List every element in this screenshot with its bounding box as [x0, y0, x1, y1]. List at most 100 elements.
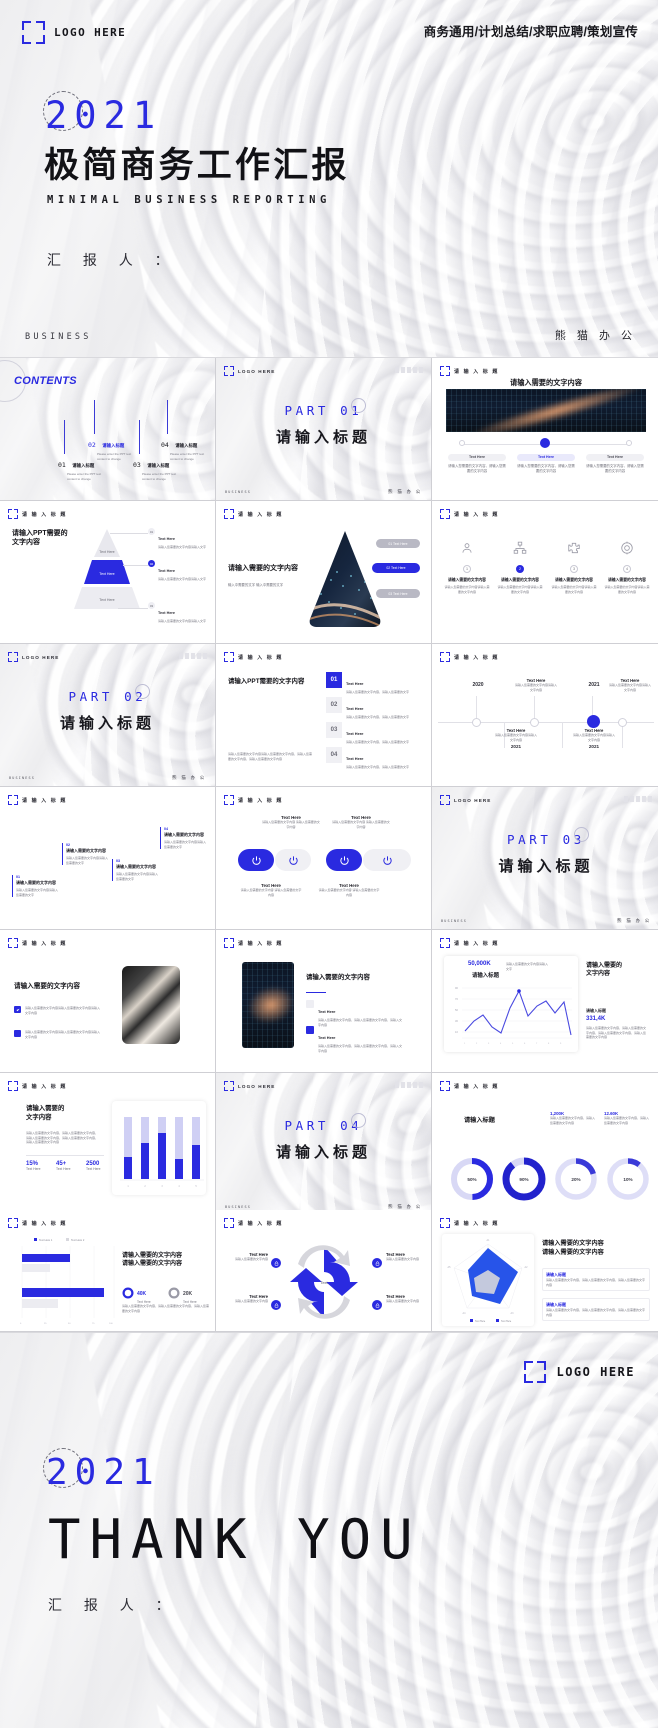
- list-item[interactable]: 02 Text Here 请输入您需要的文字内容，请输入您需要的文字: [326, 697, 426, 720]
- note-desc: 请输入您需要的文字内容，请输入您需要的文字内容: [604, 1116, 650, 1125]
- row-desc: 请输入您需要的文字内容，请输入您需要的文字: [346, 765, 410, 769]
- pill-item[interactable]: 01 Text Here: [376, 539, 420, 548]
- thumb-numbered-list[interactable]: 请 输 入 标 题 请输入PPT需要的文字内容 请输入您需要的文字内容请输入您需…: [216, 644, 431, 786]
- thumb-bar-stats[interactable]: 请 输 入 标 题 请输入需要的 文字内容 请输入您需要的文字内容，请输入您需要…: [0, 1073, 215, 1215]
- item-desc: 请输入您需要的文字内容 请输入您需要的文字内容: [262, 820, 320, 829]
- bullet-item[interactable]: Text Here 请输入您需要的文字内容，请输入您需要的文字内容，请输入文字内…: [306, 1026, 404, 1053]
- timeline-item[interactable]: Text Here 请输入您需要的文字内容请输入文字内容 2021: [494, 728, 538, 749]
- footer-left: BUSINESS: [225, 1205, 251, 1209]
- thumb-donuts[interactable]: 请 输 入 标 题 请输入标题 1,200K 请输入您需要的文字内容，请输入您需…: [432, 1073, 658, 1215]
- footer-right: 熊 猫 办 公: [172, 775, 206, 780]
- step-item[interactable]: Text Here 请输入您需要的文字内容，请输入您需要的文字内容: [448, 454, 506, 474]
- step-item[interactable]: Text Here 请输入您需要的文字内容，请输入您需要的文字内容: [517, 454, 575, 474]
- thumb-image-text-left[interactable]: 请 输 入 标 题 请输入需要的文字内容 Text Here 请输入您需要的文字…: [216, 930, 431, 1072]
- logo-bracket-icon: [8, 795, 18, 805]
- cycle-item[interactable]: Text Here 请输入您需要的文字内容: [226, 1252, 268, 1262]
- timeline-item[interactable]: Text Here 请输入您需要的文字内容请输入文字内容: [514, 678, 558, 692]
- step-column[interactable]: 03 请输入需要的文字内容 请输入您需要的文字内容请输入您需要的文字: [112, 859, 160, 881]
- logo-bracket-icon: [524, 1361, 547, 1383]
- thumb-triangle-image[interactable]: 请 输 入 标 题 请输入需要的文字内容 输入中需要的文字 输入中需要的文字 0…: [216, 501, 431, 643]
- thumb-power-flow[interactable]: 请 输 入 标 题 Text Here 请输入您需要的文字内容 请输入您需要的文…: [216, 787, 431, 929]
- footer-left: BUSINESS: [441, 919, 467, 923]
- logo: 请 输 入 标 题: [8, 509, 67, 519]
- timeline-item[interactable]: Text Here 请输入您需要的文字内容请输入文字内容: [608, 678, 652, 692]
- info-block[interactable]: 请输入标题 请输入您需要的文字内容，请输入您需要的文字内容，请输入您需要的文字内…: [542, 1298, 650, 1321]
- side-value: 331,4K: [586, 1016, 606, 1022]
- power-button-active[interactable]: [326, 849, 362, 871]
- list-item[interactable]: 01 Text Here 请输入您需要的文字内容，请输入您需要的文字: [326, 672, 426, 695]
- power-button[interactable]: [275, 849, 311, 871]
- item-title: 请输入标题: [102, 443, 125, 448]
- flow-top-item[interactable]: Text Here 请输入您需要的文字内容 请输入您需要的文字内容: [262, 815, 320, 829]
- bullet-text: 请输入您需要的文字内容请输入您需要的文字内容请输入文字内容: [25, 1006, 101, 1015]
- flow-top-item[interactable]: Text Here 请输入您需要的文字内容 请输入您需要的文字内容: [332, 815, 390, 829]
- part-title: 请输入标题: [59, 715, 155, 732]
- thumb-hbar-compare[interactable]: 请 输 入 标 题 Text Here 1 Text Here 2 0 25 50 …: [0, 1210, 215, 1331]
- thumb-part-03[interactable]: LOGO HERE PART 03 请输入标题 BUSINESS 熊 猫 办 公: [432, 787, 658, 929]
- slide-heading: 请输入需要的文字内容 请输入需要的文字内容: [542, 1240, 604, 1256]
- pyramid-legend-item[interactable]: 02 Text Here 请输入您需要的文字内容请输入文字: [148, 559, 206, 582]
- step-column[interactable]: 02 请输入需要的文字内容 请输入您需要的文字内容请输入您需要的文字: [62, 843, 110, 865]
- slide-header-label: 请 输 入 标 题: [238, 797, 283, 804]
- thumb-icon-row[interactable]: 请 输 入 标 题 1 请输入需要的文字内容 请输入您需要的文字内容请输入需要的…: [432, 501, 658, 643]
- timeline-item[interactable]: Text Here 请输入您需要的文字内容请输入文字内容 2021: [572, 728, 616, 749]
- contents-item[interactable]: 04 请输入标题 Please enter the PPT text conte…: [161, 434, 211, 461]
- slide-header-label: 请 输 入 标 题: [22, 1083, 67, 1090]
- thumb-radar[interactable]: 请 输 入 标 题 A1 A2 A3 A4 A5 Text Here Text …: [432, 1210, 658, 1331]
- pill-item-active[interactable]: 02 Text Here: [372, 563, 420, 573]
- pyramid-legend-item[interactable]: 01 Text Here 请输入您需要的文字内容请输入文字: [148, 527, 206, 550]
- step-column[interactable]: 01 请输入需要的文字内容 请输入您需要的文字内容请输入您需要的文字: [12, 875, 60, 897]
- thumb-timeline[interactable]: 请 输 入 标 题 2020 Text Here 请输入您需要的文字内容请输入文…: [432, 644, 658, 786]
- cycle-item[interactable]: Text Here 请输入您需要的文字内容: [226, 1294, 268, 1304]
- col-desc: 请输入您需要的文字内容请输入您需要的文字: [164, 840, 207, 849]
- part-label: PART 04: [285, 1113, 367, 1133]
- thumb-line-chart[interactable]: 请 输 入 标 题 50,000K 请输入您需要的文字内容请输入文字 请输入标题…: [432, 930, 658, 1072]
- logo-bracket-icon: [224, 366, 234, 376]
- svg-text:5: 5: [195, 1185, 197, 1188]
- pill-item[interactable]: 03 Text Here: [376, 589, 420, 598]
- thumb-banner-timeline[interactable]: 请 输 入 标 题 请输入需要的文字内容 Text Here 请输入您需要的文字…: [432, 358, 658, 500]
- col-title: 请输入需要的文字内容: [16, 880, 56, 885]
- logo-text: LOGO HERE: [22, 654, 60, 660]
- power-button-active[interactable]: [238, 849, 274, 871]
- icon-item[interactable]: 3 请输入需要的文字内容 请输入您需要的文字内容请输入需要的文字内容: [551, 539, 597, 594]
- svg-text:Text Here 1: Text Here 1: [39, 1238, 53, 1242]
- bullet-item[interactable]: 请输入您需要的文字内容请输入您需要的文字内容请输入文字内容: [14, 1006, 102, 1015]
- pyramid-legend-item[interactable]: 03 Text Here 请输入您需要的文字内容请输入文字: [148, 601, 206, 624]
- thumb-part-02[interactable]: LOGO HERE PART 02 请输入标题 BUSINESS 熊 猫 办 公: [0, 644, 215, 786]
- thumb-pyramid[interactable]: 请 输 入 标 题 请输入PPT需要的文字内容 Text Here Text H…: [0, 501, 215, 643]
- year-text: 2021: [46, 1452, 161, 1493]
- slide-header-label: 请 输 入 标 题: [454, 654, 499, 661]
- step-column[interactable]: 04 请输入需要的文字内容 请输入您需要的文字内容请输入您需要的文字: [160, 827, 208, 849]
- item-desc: 请输入您需要的文字内容: [234, 1299, 268, 1303]
- thumb-part-04[interactable]: LOGO HERE PART 04 请输入标题 BUSINESS 熊 猫 办 公: [216, 1073, 431, 1215]
- thumb-cycle[interactable]: 请 输 入 标 题 Text Text Here 请输入您需要的文字内容 Tex…: [216, 1210, 431, 1331]
- step-item[interactable]: Text Here 请输入您需要的文字内容，请输入您需要的文字内容: [586, 454, 644, 474]
- step-desc: 请输入您需要的文字内容，请输入您需要的文字内容: [448, 463, 506, 474]
- cycle-item[interactable]: Text Here 请输入您需要的文字内容: [386, 1294, 428, 1304]
- list-item[interactable]: 04 Text Here 请输入您需要的文字内容，请输入您需要的文字: [326, 747, 426, 770]
- timeline-item[interactable]: 2020: [460, 682, 496, 688]
- thumb-text-image-right[interactable]: 请 输 入 标 题 请输入需要的文字内容 请输入您需要的文字内容请输入您需要的文…: [0, 930, 215, 1072]
- chart-card: 50,000K 请输入您需要的文字内容请输入文字 请输入标题 90 70 50 30…: [444, 956, 578, 1052]
- thumb-contents[interactable]: CONTENTS 01 请输入标题 Please enter the PPT t…: [0, 358, 215, 500]
- logo-text: LOGO HERE: [238, 1083, 276, 1089]
- icon-item[interactable]: 4 请输入需要的文字内容 请输入您需要的文字内容请输入需要的文字内容: [604, 539, 650, 594]
- timeline-node-active: [587, 715, 600, 728]
- thumb-step-columns[interactable]: 请 输 入 标 题 01 请输入需要的文字内容 请输入您需要的文字内容请输入您需…: [0, 787, 215, 929]
- triangle-image-mask: [309, 531, 381, 627]
- timeline-item[interactable]: 2021: [576, 682, 612, 688]
- list-item[interactable]: 03 Text Here 请输入您需要的文字内容，请输入您需要的文字: [326, 722, 426, 745]
- thumb-part-01[interactable]: LOGO HERE PART 01 请输入标题 BUSINESS 熊 猫 办 公: [216, 358, 431, 500]
- bullet-item[interactable]: 请输入您需要的文字内容请输入您需要的文字内容请输入文字内容: [14, 1030, 102, 1039]
- power-button[interactable]: [363, 849, 411, 871]
- info-block[interactable]: 请输入标题 请输入您需要的文字内容，请输入您需要的文字内容，请输入您需要的文字内…: [542, 1268, 650, 1291]
- col-number: 04: [164, 827, 168, 831]
- cycle-item[interactable]: Text Here 请输入您需要的文字内容: [386, 1252, 428, 1262]
- flow-bottom-item[interactable]: Text Here 请输入您需要的文字内容 请输入您需要的文字内容: [318, 883, 380, 897]
- icon-item[interactable]: 2 请输入需要的文字内容 请输入您需要的文字内容请输入需要的文字内容: [497, 539, 543, 594]
- icon-item[interactable]: 1 请输入需要的文字内容 请输入您需要的文字内容请输入需要的文字内容: [444, 539, 490, 594]
- dot-decoration: [395, 1082, 423, 1088]
- flow-bottom-item[interactable]: Text Here 请输入您需要的文字内容 请输入您需要的文字内容: [240, 883, 302, 897]
- bullet-item[interactable]: Text Here 请输入您需要的文字内容，请输入您需要的文字内容，请输入文字内…: [306, 1000, 404, 1027]
